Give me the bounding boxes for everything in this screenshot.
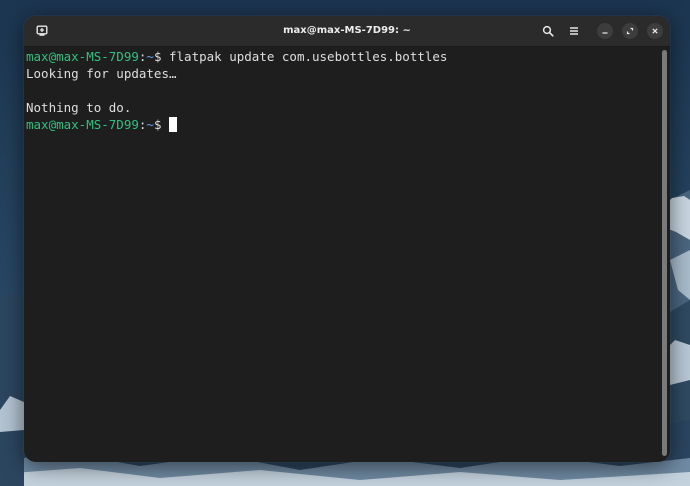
- terminal-line-output: Looking for updates…: [26, 66, 177, 81]
- main-menu-button[interactable]: [564, 21, 584, 41]
- terminal-line-output: Nothing to do.: [26, 100, 132, 115]
- headerbar: max@max-MS-7D99: ~: [24, 16, 670, 47]
- prompt-user-host: max@max-MS-7D99: [26, 117, 139, 132]
- text-cursor: [169, 117, 178, 132]
- command-text: flatpak update com.usebottles.bottles: [161, 49, 448, 64]
- scrollbar[interactable]: [662, 50, 667, 456]
- prompt-user-host: max@max-MS-7D99: [26, 49, 139, 64]
- search-button[interactable]: [538, 21, 558, 41]
- maximize-button[interactable]: [622, 23, 638, 39]
- search-icon: [542, 25, 554, 37]
- command-text: [161, 117, 169, 132]
- terminal-output[interactable]: max@max-MS-7D99:~$ flatpak update com.us…: [24, 47, 662, 462]
- hamburger-menu-icon: [570, 27, 578, 35]
- maximize-icon: [626, 27, 634, 35]
- close-icon: [652, 28, 658, 34]
- terminal-line-command: max@max-MS-7D99:~$ flatpak update com.us…: [26, 48, 447, 65]
- terminal-line-prompt: max@max-MS-7D99:~$: [26, 116, 178, 133]
- prompt-path: ~: [146, 117, 154, 132]
- prompt-path: ~: [146, 49, 154, 64]
- close-button[interactable]: [647, 23, 663, 39]
- terminal-window[interactable]: max@max-MS-7D99: ~ max@max-MS-7D99:~$ fl…: [24, 16, 670, 462]
- minimize-button[interactable]: [597, 23, 613, 39]
- minimize-icon: [602, 32, 608, 34]
